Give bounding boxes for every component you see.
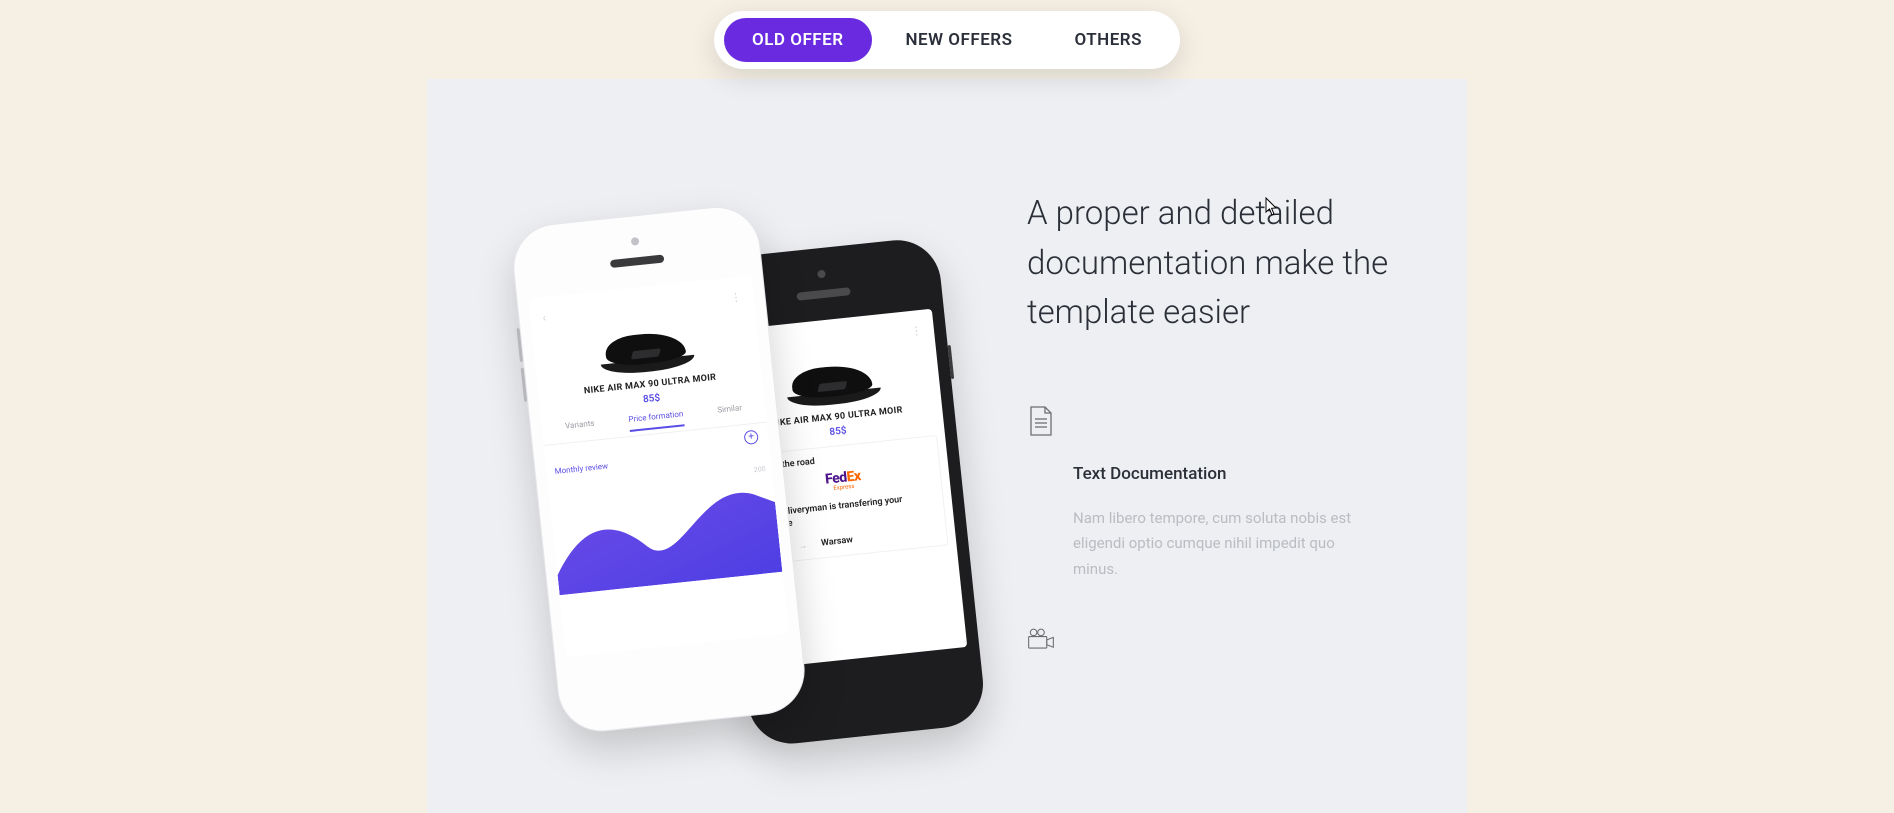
chart-label: Monthly review bbox=[554, 461, 608, 476]
headline: A proper and detailed documentation make… bbox=[1027, 189, 1397, 338]
product-image bbox=[775, 347, 890, 414]
product-image bbox=[589, 314, 704, 381]
feature-title: Text Documentation bbox=[1073, 464, 1397, 484]
feature-text-documentation: Text Documentation Nam libero tempore, c… bbox=[1027, 406, 1397, 583]
cursor-icon bbox=[1265, 197, 1279, 217]
tab-old-offer[interactable]: OLD OFFER bbox=[724, 18, 872, 62]
area-chart-icon bbox=[548, 462, 782, 595]
back-icon[interactable]: ‹ bbox=[542, 311, 547, 324]
document-icon bbox=[1027, 406, 1055, 436]
route-to: Warsaw bbox=[821, 536, 854, 550]
arrow-right-icon: → bbox=[798, 540, 808, 552]
text-column: A proper and detailed documentation make… bbox=[1027, 189, 1397, 682]
tab-switcher: OLD OFFER NEW OFFERS OTHERS bbox=[714, 11, 1180, 69]
content-card: A proper and detailed documentation make… bbox=[427, 79, 1467, 813]
product-tab-variants[interactable]: Variants bbox=[565, 419, 596, 439]
video-camera-icon bbox=[1027, 624, 1055, 654]
add-icon[interactable]: + bbox=[743, 430, 758, 445]
product-tab-price-formation[interactable]: Price formation bbox=[628, 409, 685, 432]
feature-description: Nam libero tempore, cum soluta nobis est… bbox=[1073, 506, 1383, 583]
phone-front: ‹ ⋮ NIKE AIR MAX 90 ULTRA MOIR 85$ Varia… bbox=[509, 203, 809, 736]
tab-new-offers[interactable]: NEW OFFERS bbox=[878, 18, 1041, 62]
price-chart: + Monthly review 200 100$ bbox=[544, 423, 782, 596]
kebab-icon[interactable]: ⋮ bbox=[910, 324, 922, 338]
phones-mockup: ‹ ⋮ NIKE AIR MAX 90 ULTRA MOIR 85$ On th… bbox=[499, 177, 1020, 813]
kebab-icon[interactable]: ⋮ bbox=[730, 291, 742, 305]
tab-others[interactable]: OTHERS bbox=[1046, 18, 1170, 62]
product-tab-similar[interactable]: Similar bbox=[717, 403, 743, 422]
phone-front-screen: ‹ ⋮ NIKE AIR MAX 90 ULTRA MOIR 85$ Varia… bbox=[528, 275, 788, 656]
